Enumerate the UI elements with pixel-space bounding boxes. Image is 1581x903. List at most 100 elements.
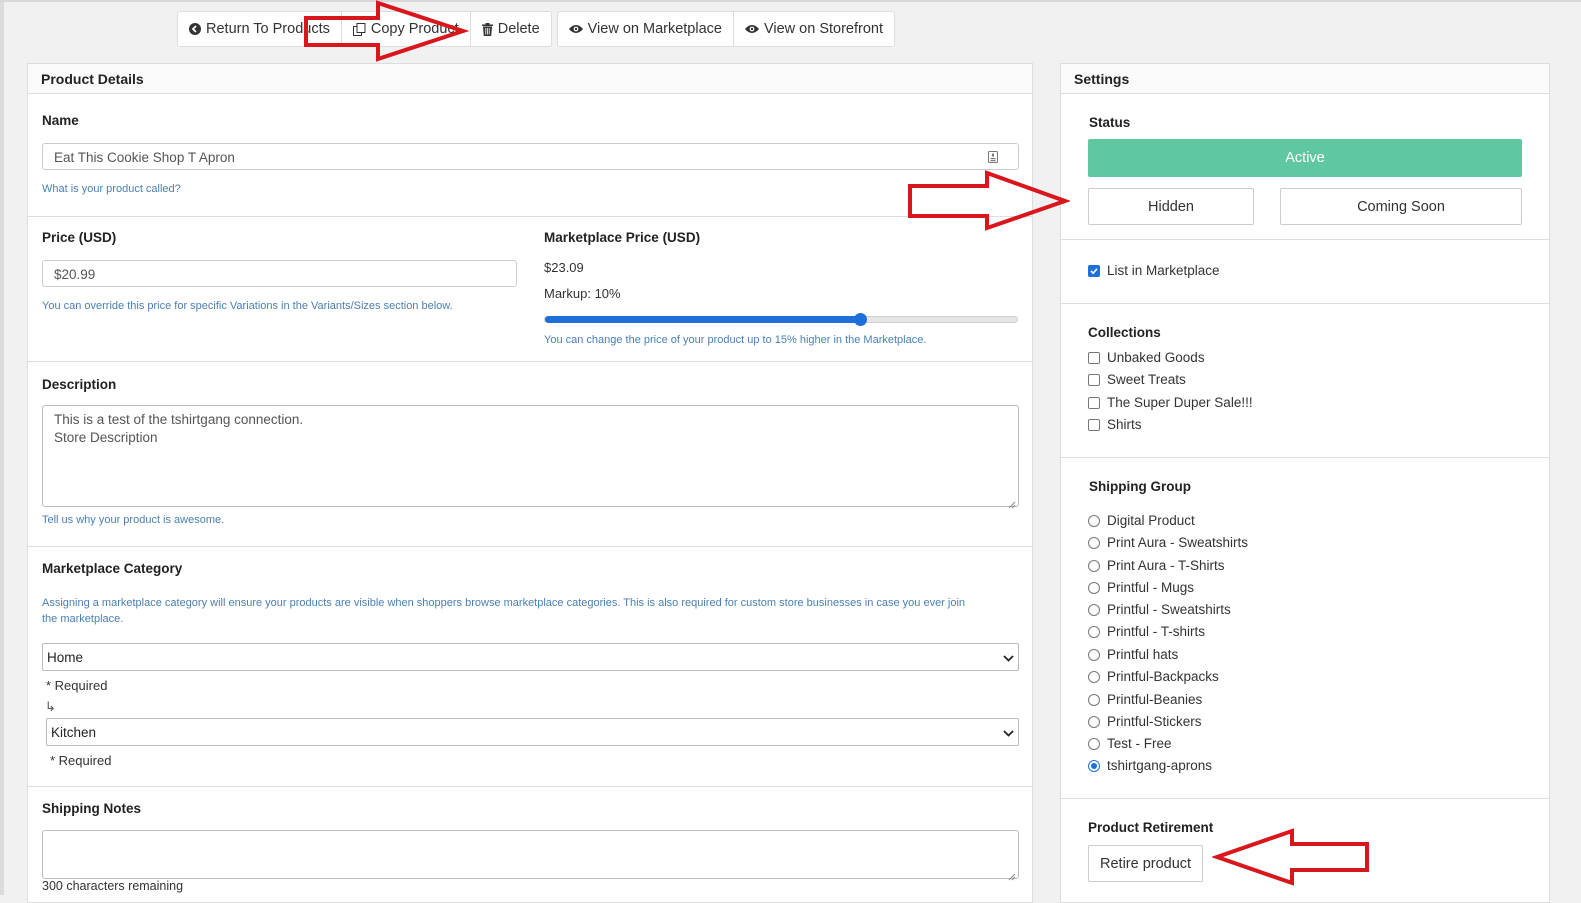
- shipping-group-radio[interactable]: [1088, 693, 1100, 706]
- category-select[interactable]: Home: [42, 643, 1019, 671]
- shipping-group-radio[interactable]: [1088, 737, 1100, 750]
- shipping-group-label: Shipping Group: [1089, 479, 1191, 494]
- eye-icon: [568, 24, 583, 34]
- view-on-storefront-button[interactable]: View on Storefront: [734, 12, 894, 46]
- shipping-group-radio[interactable]: [1088, 514, 1100, 527]
- divider: [1061, 798, 1549, 799]
- shipping-group-radio-selected[interactable]: [1088, 759, 1100, 772]
- shipping-group-option-label: Printful-Beanies: [1107, 692, 1203, 707]
- name-input[interactable]: Eat This Cookie Shop T Apron: [42, 143, 1019, 170]
- shipping-group-option[interactable]: Printful - Sweatshirts: [1088, 602, 1231, 617]
- view-on-marketplace-button[interactable]: View on Marketplace: [558, 12, 734, 46]
- shipping-group-option[interactable]: Print Aura - Sweatshirts: [1088, 535, 1248, 550]
- status-active-button[interactable]: Active: [1088, 139, 1522, 177]
- product-details-title: Product Details: [28, 64, 1032, 94]
- settings-title: Settings: [1061, 64, 1549, 94]
- shipping-group-option-label: Printful hats: [1107, 647, 1179, 662]
- chevron-down-icon: [1003, 650, 1014, 665]
- name-label: Name: [42, 113, 79, 128]
- list-in-marketplace-checkbox[interactable]: [1088, 264, 1100, 277]
- shipping-group-option-label: Printful-Backpacks: [1107, 669, 1219, 684]
- settings-panel: Settings Status Active Hidden Coming Soo…: [1060, 63, 1550, 903]
- description-line-2: Store Description: [54, 430, 158, 445]
- shipping-group-option[interactable]: Printful-Backpacks: [1088, 669, 1219, 684]
- list-in-marketplace-label: List in Marketplace: [1107, 263, 1220, 278]
- collection-checkbox[interactable]: [1088, 351, 1100, 364]
- shipping-group-radio[interactable]: [1088, 559, 1100, 572]
- shipping-group-radio[interactable]: [1088, 536, 1100, 549]
- shipping-group-radio[interactable]: [1088, 670, 1100, 683]
- shipping-notes-textarea[interactable]: [42, 830, 1019, 881]
- description-line-1: This is a test of the tshirtgang connect…: [54, 412, 304, 427]
- subcategory-select[interactable]: Kitchen: [46, 718, 1019, 746]
- shipping-group-option[interactable]: Printful hats: [1088, 647, 1178, 662]
- markup-slider[interactable]: [544, 313, 1018, 326]
- chevron-down-icon: [1003, 725, 1014, 740]
- shipping-group-radio[interactable]: [1088, 715, 1100, 728]
- collection-checkbox[interactable]: [1088, 373, 1100, 386]
- subcategory-required: * Required: [50, 753, 112, 768]
- collection-item[interactable]: Sweet Treats: [1088, 372, 1186, 387]
- collection-item-label: Unbaked Goods: [1107, 350, 1205, 365]
- category-required: * Required: [46, 678, 108, 693]
- description-help: Tell us why your product is awesome.: [42, 514, 225, 526]
- description-textarea[interactable]: This is a test of the tshirtgang connect…: [42, 405, 1019, 509]
- shipping-group-option-label: Print Aura - Sweatshirts: [1107, 535, 1249, 550]
- shipping-group-option-label: Test - Free: [1107, 736, 1172, 751]
- subcategory-select-value: Kitchen: [51, 724, 97, 740]
- name-input-value: Eat This Cookie Shop T Apron: [54, 150, 235, 165]
- price-label: Price (USD): [42, 230, 117, 245]
- shipping-group-radio[interactable]: [1088, 625, 1100, 638]
- divider: [1061, 303, 1549, 304]
- status-coming-soon-button[interactable]: Coming Soon: [1280, 188, 1522, 225]
- toolbar-group-view: View on Marketplace View on Storefront: [556, 11, 896, 47]
- shipping-group-option-label: Printful - Mugs: [1107, 580, 1195, 595]
- category-select-value: Home: [47, 649, 84, 665]
- price-input-value: $20.99: [54, 267, 96, 282]
- retire-product-button[interactable]: Retire product: [1088, 845, 1204, 882]
- markup-value: Markup: 10%: [544, 286, 621, 301]
- description-label: Description: [42, 377, 117, 392]
- divider: [28, 216, 1032, 217]
- shipping-group-option-label: Digital Product: [1107, 513, 1195, 528]
- status-label: Status: [1089, 115, 1131, 130]
- product-toolbar: Return To Products Copy Product Delete V…: [177, 11, 900, 47]
- status-hidden-button[interactable]: Hidden: [1088, 188, 1254, 225]
- shipping-group-option-label: tshirtgang-aprons: [1107, 758, 1213, 773]
- collection-item[interactable]: Unbaked Goods: [1088, 350, 1205, 365]
- shipping-group-option-label: Printful - Sweatshirts: [1107, 602, 1231, 617]
- chevron-left-circle-icon: [189, 23, 201, 35]
- marketplace-price-value: $23.09: [544, 260, 584, 275]
- shipping-group-option[interactable]: Test - Free: [1088, 736, 1172, 751]
- divider: [1061, 457, 1549, 458]
- shipping-group-radio[interactable]: [1088, 581, 1100, 594]
- price-input[interactable]: $20.99: [42, 260, 517, 287]
- collection-checkbox[interactable]: [1088, 396, 1100, 409]
- marketplace-price-help: You can change the price of your product…: [544, 334, 927, 346]
- shipping-group-option-label: Print Aura - T-Shirts: [1107, 558, 1225, 573]
- shipping-group-option-selected[interactable]: tshirtgang-aprons: [1088, 758, 1212, 773]
- shipping-group-radio[interactable]: [1088, 603, 1100, 616]
- shipping-group-radio[interactable]: [1088, 648, 1100, 661]
- shipping-group-option[interactable]: Print Aura - T-Shirts: [1088, 558, 1225, 573]
- shipping-group-option-label: Printful - T-shirts: [1107, 624, 1206, 639]
- shipping-group-option[interactable]: Digital Product: [1088, 513, 1195, 528]
- resize-grip-icon[interactable]: [1008, 496, 1016, 509]
- shipping-group-option[interactable]: Printful - Mugs: [1088, 580, 1194, 595]
- collection-item-label: Sweet Treats: [1107, 372, 1186, 387]
- list-in-marketplace-row[interactable]: List in Marketplace: [1088, 263, 1220, 278]
- trash-icon: [481, 22, 493, 36]
- divider: [28, 786, 1032, 787]
- delete-button[interactable]: Delete: [471, 12, 551, 46]
- resize-grip-icon[interactable]: [1008, 868, 1016, 881]
- collection-item[interactable]: The Super Duper Sale!!!: [1088, 395, 1253, 410]
- collection-item[interactable]: Shirts: [1088, 417, 1142, 432]
- markup-slider-thumb[interactable]: [853, 313, 867, 326]
- shipping-group-option[interactable]: Printful-Stickers: [1088, 714, 1202, 729]
- view-on-marketplace-label: View on Marketplace: [587, 21, 722, 37]
- name-help: What is your product called?: [42, 183, 181, 195]
- shipping-group-option[interactable]: Printful - T-shirts: [1088, 624, 1205, 639]
- shipping-group-option[interactable]: Printful-Beanies: [1088, 692, 1202, 707]
- sub-category-arrow: ↳: [45, 699, 56, 714]
- collection-checkbox[interactable]: [1088, 418, 1100, 431]
